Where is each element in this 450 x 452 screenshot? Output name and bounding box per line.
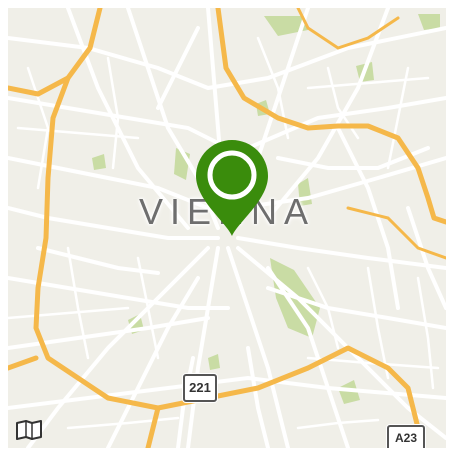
- route-shield-221: 221: [183, 374, 217, 402]
- map-widget: VIENNA 221 A23: [0, 0, 450, 452]
- road-west-exit: [8, 355, 39, 371]
- road-south-exit: [145, 405, 161, 448]
- map-canvas[interactable]: VIENNA 221 A23: [8, 8, 446, 448]
- park-west: [92, 154, 106, 170]
- map-type-button[interactable]: [14, 418, 44, 442]
- route-shield-a23: A23: [387, 425, 425, 448]
- park-ne: [418, 14, 440, 30]
- map-pin-icon: [196, 140, 268, 236]
- park-south: [208, 354, 220, 370]
- marker-center: [215, 158, 249, 192]
- location-marker[interactable]: [192, 138, 272, 238]
- map-book-icon: [16, 420, 42, 440]
- road-nw-exit: [8, 75, 71, 97]
